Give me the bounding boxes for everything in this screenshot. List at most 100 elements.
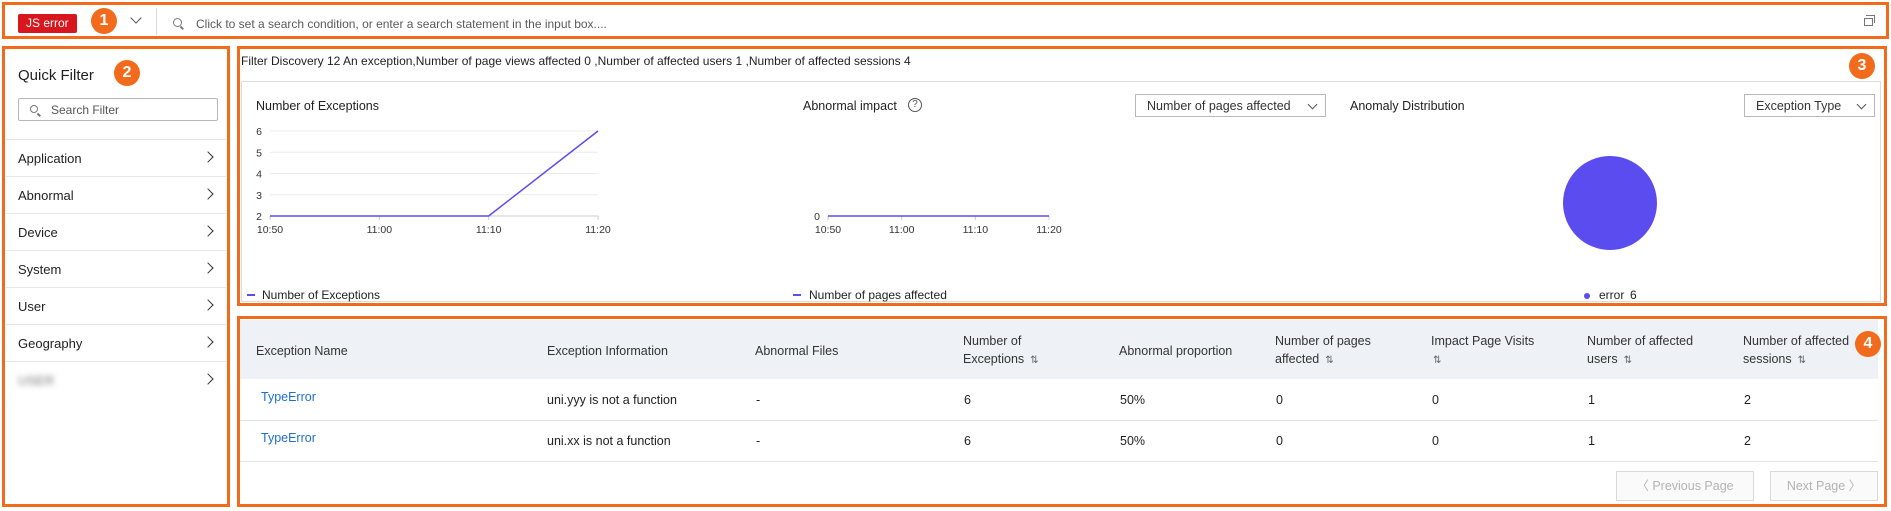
row2-abnormal-proportion: 50% [1120,434,1146,448]
filter-item-abnormal[interactable]: Abnormal [6,176,226,213]
impact-line-chart: 010:50 11:00 11:10 11:20 [814,211,1062,236]
chevron-right-icon [202,299,214,311]
chevron-right-icon [202,225,214,237]
row1-affected-sessions: 2 [1744,393,1751,407]
filter-item-label: Device [18,225,58,240]
expand-icon[interactable] [1864,15,1875,26]
sort-icon[interactable]: ⇅ [1798,352,1806,370]
filter-item-label: System [18,262,62,277]
js-error-tag[interactable]: JS error [18,14,77,33]
sort-icon[interactable]: ⇅ [1433,352,1441,370]
col-exception-name: Exception Name [256,344,348,358]
help-icon[interactable]: ? [908,98,922,112]
x-tick-label: 10:50 [815,224,841,236]
distribution-legend-value: 6 [1630,288,1637,302]
filter-item-geography[interactable]: Geography [6,324,226,361]
x-tick-label: 11:10 [476,224,502,236]
row1-abnormal-files: - [756,393,761,407]
filter-item-device[interactable]: Device [6,213,226,250]
row2-exception-name-link[interactable]: TypeError [261,431,316,445]
exceptions-chart-title: Number of Exceptions [256,99,379,113]
row-divider [240,420,1878,421]
legend-line-marker [793,294,801,296]
callout-1: 1 [91,8,117,34]
filter-item-label: Geography [18,336,83,351]
y-tick-label: 6 [256,126,262,138]
impact-chart-title: Abnormal impact [803,99,897,113]
sort-icon[interactable]: ⇅ [1030,352,1038,370]
chevron-right-icon [202,151,214,163]
row1-pages-affected: 0 [1276,393,1283,407]
sort-icon[interactable]: ⇅ [1325,352,1333,370]
row2-pages-affected: 0 [1276,434,1283,448]
chevron-right-icon: 〉 [1845,479,1862,493]
pie-slice-error [1563,156,1657,250]
chevron-left-icon: 〈 [1636,479,1653,493]
filter-item-label: Application [18,151,82,166]
sort-icon[interactable]: ⇅ [1624,352,1632,370]
chevron-right-icon [202,336,214,348]
filter-search-placeholder: Search Filter [51,103,120,117]
row2-number-of-exceptions: 6 [964,434,971,448]
col-affected-users[interactable]: Number of affected users ⇅ [1587,332,1693,370]
row2-affected-sessions: 2 [1744,434,1751,448]
row1-exception-name-link[interactable]: TypeError [261,390,316,404]
col-exception-information: Exception Information [547,344,668,358]
legend-dot [1584,293,1590,299]
chevron-down-icon [1856,99,1867,110]
exceptions-legend: Number of Exceptions [262,288,381,302]
callout-4: 4 [1855,331,1881,357]
impact-legend: Number of pages affected [809,288,947,302]
filter-item-label: USER [18,373,55,388]
distribution-chart-title: Anomaly Distribution [1350,99,1465,113]
previous-page-button[interactable]: 〈 Previous Page [1616,471,1754,501]
row1-number-of-exceptions: 6 [964,393,971,407]
y-tick-label: 5 [256,147,262,159]
row2-exception-information: uni.xx is not a function [547,434,671,448]
col-pages-affected[interactable]: Number of pages affected ⇅ [1275,332,1371,370]
filter-item-application[interactable]: Application [6,139,226,176]
distribution-pie-chart [1563,156,1657,250]
search-icon [173,18,182,27]
y-tick-label: 3 [256,190,262,202]
distribution-type-dropdown[interactable]: Exception Type [1744,94,1875,117]
filter-item-label: User [18,299,46,314]
filter-item-label: Abnormal [18,188,74,203]
col-impact-page-visits[interactable]: Impact Page Visits ⇅ [1431,332,1534,370]
impact-metric-value: Number of pages affected [1147,99,1291,113]
x-tick-label: 11:10 [963,224,989,236]
x-tick-label: 11:00 [367,224,393,236]
row2-impact-page-visits: 0 [1432,434,1439,448]
chevron-right-icon [202,262,214,274]
callout-3: 3 [1849,53,1875,79]
x-tick-label: 11:00 [889,224,915,236]
x-tick-label: 11:20 [585,224,611,236]
col-affected-sessions[interactable]: Number of affected sessions ⇅ [1743,332,1849,370]
impact-metric-dropdown[interactable]: Number of pages affected [1135,94,1326,117]
row1-abnormal-proportion: 50% [1120,393,1146,407]
chevron-right-icon [202,373,214,385]
row-divider [240,461,1878,462]
col-abnormal-files: Abnormal Files [755,344,839,358]
row2-affected-users: 1 [1588,434,1595,448]
quick-filter-title: Quick Filter [18,67,94,84]
next-page-button[interactable]: Next Page 〉 [1770,471,1878,501]
y-tick-label: 2 [256,211,262,223]
filter-item-user[interactable]: User [6,287,226,324]
row2-abnormal-files: - [756,434,761,448]
col-number-of-exceptions[interactable]: Number of Exceptions ⇅ [963,332,1039,370]
exceptions-line-chart: 2 3 4 5 6 10:50 11:00 11:10 11:20 [256,126,611,236]
callout-2: 2 [114,60,140,86]
filter-item-system[interactable]: System [6,250,226,287]
y-tick-label: 0 [814,211,820,223]
distribution-type-value: Exception Type [1756,99,1842,113]
chevron-right-icon [202,188,214,200]
filter-summary: Filter Discovery 12 An exception,Number … [241,54,911,68]
search-icon [30,105,38,113]
x-tick-label: 10:50 [257,224,283,236]
chevron-down-icon [1307,99,1318,110]
col-abnormal-proportion: Abnormal proportion [1119,344,1233,358]
filter-search-input[interactable]: Search Filter [18,98,218,121]
filter-item-blurred[interactable]: USER [6,361,226,398]
search-input[interactable]: Click to set a search condition, or ente… [196,17,607,31]
